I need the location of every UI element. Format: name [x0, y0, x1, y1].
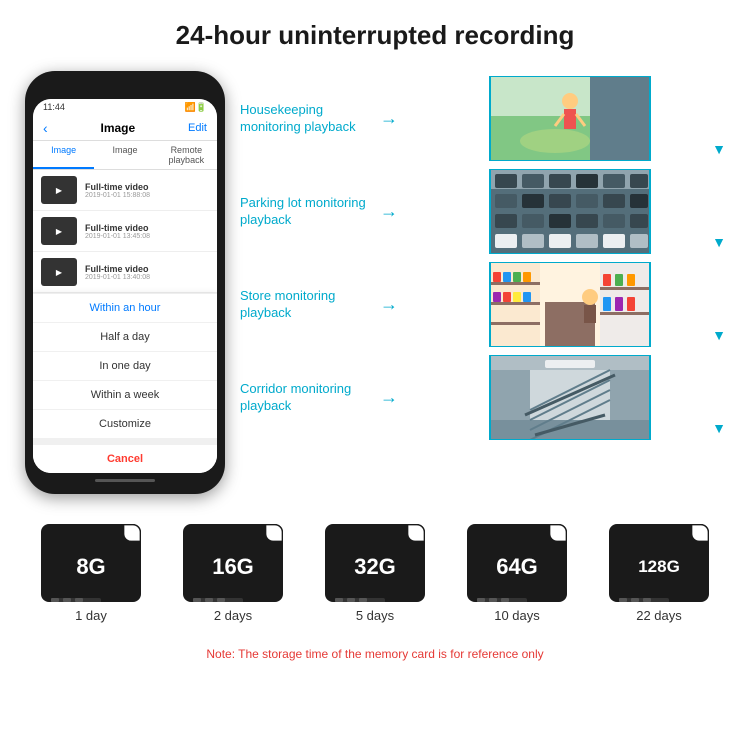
video-date-2: 2019-01-01 13:45:08	[85, 233, 209, 240]
video-info-3: Full-time video 2019-01-01 13:40:08	[85, 264, 209, 281]
phone-notch	[85, 81, 165, 95]
sd-card-item-8g: 8G 1 day	[41, 524, 141, 623]
sd-size-label-32g: 32G	[354, 546, 396, 580]
corner-arrow-store: ▼	[712, 327, 726, 343]
sd-notch-128g	[619, 598, 669, 602]
phone-edit-button[interactable]: Edit	[188, 122, 207, 134]
video-item-2[interactable]: Full-time video 2019-01-01 13:45:08	[33, 211, 217, 252]
sd-notch-8g	[51, 598, 101, 602]
dropdown-item-half-day[interactable]: Half a day	[33, 323, 217, 352]
sd-days-8g: 1 day	[75, 608, 107, 623]
video-date-1: 2019-01-01 15:88:08	[85, 192, 209, 199]
video-title-1: Full-time video	[85, 182, 209, 192]
sd-cards-section: 8G 1 day 16G 2 days 32G	[0, 504, 750, 641]
phone-home-indicator	[95, 479, 155, 482]
video-title-3: Full-time video	[85, 264, 209, 274]
page-header: 24-hour uninterrupted recording	[0, 0, 750, 61]
monitoring-label-corridor: Corridor monitoring playback	[240, 381, 370, 415]
tab-image2[interactable]: Image	[94, 141, 155, 169]
video-thumbnail-2	[41, 217, 77, 245]
monitoring-item-store: Store monitoring playback →	[240, 262, 730, 347]
monitoring-image-corridor: ▼	[410, 355, 730, 440]
sd-size-label-16g: 16G	[212, 546, 254, 580]
video-info-1: Full-time video 2019-01-01 15:88:08	[85, 182, 209, 199]
monitoring-image-parking: ▼	[410, 169, 730, 254]
video-title-2: Full-time video	[85, 223, 209, 233]
monitoring-arrow-store: →	[380, 294, 400, 315]
video-item-3[interactable]: Full-time video 2019-01-01 13:40:08	[33, 252, 217, 293]
video-date-3: 2019-01-01 13:40:08	[85, 274, 209, 281]
sd-card-item-128g: 128G 22 days	[609, 524, 709, 623]
sd-card-item-64g: 64G 10 days	[467, 524, 567, 623]
dropdown-item-within-hour[interactable]: Within an hour	[33, 294, 217, 323]
dropdown-cancel-button[interactable]: Cancel	[33, 439, 217, 473]
sd-card-128g: 128G	[609, 524, 709, 602]
dropdown-item-week[interactable]: Within a week	[33, 381, 217, 410]
page-title: 24-hour uninterrupted recording	[20, 20, 730, 51]
sd-notch-16g	[193, 598, 243, 602]
sd-size-label-8g: 8G	[76, 546, 105, 580]
sd-size-label-128g: 128G	[638, 549, 680, 577]
sd-card-32g: 32G	[325, 524, 425, 602]
sd-size-label-64g: 64G	[496, 546, 538, 580]
monitoring-label-parking: Parking lot monitoring playback	[240, 195, 370, 229]
video-info-2: Full-time video 2019-01-01 13:45:08	[85, 223, 209, 240]
phone-screen: 11:44 📶🔋 ‹ Image Edit Image Image Remote…	[33, 99, 217, 473]
video-thumbnail-1	[41, 176, 77, 204]
dropdown-item-one-day[interactable]: In one day	[33, 352, 217, 381]
phone-tabs: Image Image Remote playback	[33, 141, 217, 170]
tab-remote-playback[interactable]: Remote playback	[156, 141, 217, 169]
corner-arrow-corridor: ▼	[712, 420, 726, 436]
sd-days-128g: 22 days	[636, 608, 682, 623]
monitoring-arrow-corridor: →	[380, 387, 400, 408]
corner-arrow-housekeeping: ▼	[712, 141, 726, 157]
phone-nav-bar: ‹ Image Edit	[33, 116, 217, 141]
phone-status-bar: 11:44 📶🔋	[33, 99, 217, 116]
phone-time: 11:44	[43, 102, 65, 113]
monitoring-item-parking: Parking lot monitoring playback →	[240, 169, 730, 254]
sd-card-item-16g: 16G 2 days	[183, 524, 283, 623]
phone-section: 11:44 📶🔋 ‹ Image Edit Image Image Remote…	[20, 71, 230, 494]
phone-back-button[interactable]: ‹	[43, 120, 48, 136]
monitoring-item-corridor: Corridor monitoring playback →	[240, 355, 730, 440]
monitoring-section: Housekeeping monitoring playback → ▼	[240, 71, 730, 440]
monitoring-image-housekeeping: ▼	[410, 76, 730, 161]
monitoring-label-store: Store monitoring playback	[240, 288, 370, 322]
monitoring-image-store: ▼	[410, 262, 730, 347]
sd-days-64g: 10 days	[494, 608, 540, 623]
note-text: Note: The storage time of the memory car…	[20, 647, 730, 661]
corner-arrow-parking: ▼	[712, 234, 726, 250]
sd-notch-64g	[477, 598, 527, 602]
sd-days-16g: 2 days	[214, 608, 252, 623]
sd-card-8g: 8G	[41, 524, 141, 602]
phone-screen-title: Image	[101, 121, 136, 135]
main-content: 11:44 📶🔋 ‹ Image Edit Image Image Remote…	[0, 61, 750, 504]
phone-icons: 📶🔋	[185, 102, 207, 113]
sd-cards-row: 8G 1 day 16G 2 days 32G	[20, 524, 730, 623]
sd-card-16g: 16G	[183, 524, 283, 602]
dropdown-item-customize[interactable]: Customize	[33, 410, 217, 439]
tab-image[interactable]: Image	[33, 141, 94, 169]
monitoring-item-housekeeping: Housekeeping monitoring playback → ▼	[240, 76, 730, 161]
monitoring-arrow-parking: →	[380, 201, 400, 222]
sd-card-64g: 64G	[467, 524, 567, 602]
phone-video-list: Full-time video 2019-01-01 15:88:08 Full…	[33, 170, 217, 293]
sd-card-item-32g: 32G 5 days	[325, 524, 425, 623]
video-item-1[interactable]: Full-time video 2019-01-01 15:88:08	[33, 170, 217, 211]
sd-notch-32g	[335, 598, 385, 602]
phone-mockup: 11:44 📶🔋 ‹ Image Edit Image Image Remote…	[25, 71, 225, 494]
note-section: Note: The storage time of the memory car…	[0, 641, 750, 681]
monitoring-arrow-housekeeping: →	[380, 108, 400, 129]
video-thumbnail-3	[41, 258, 77, 286]
sd-days-32g: 5 days	[356, 608, 394, 623]
monitoring-label-housekeeping: Housekeeping monitoring playback	[240, 102, 370, 136]
phone-dropdown: Within an hour Half a day In one day Wit…	[33, 293, 217, 473]
